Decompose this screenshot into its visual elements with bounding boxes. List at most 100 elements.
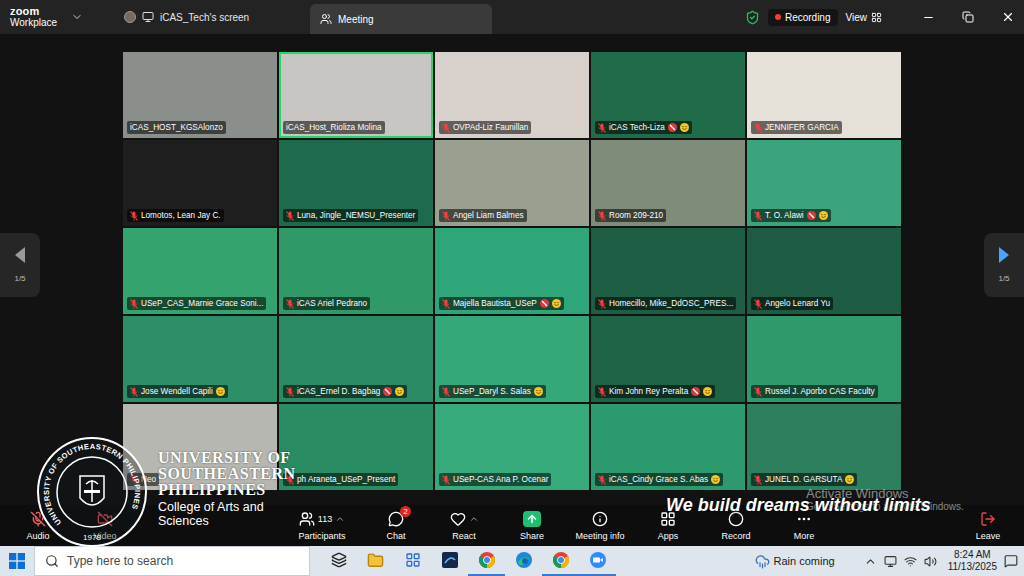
emoji-reaction-icon: [711, 475, 720, 484]
participant-tile: JENNIFER GARCIA: [747, 52, 901, 138]
chevron-up-icon[interactable]: [335, 514, 345, 524]
toolbar-button[interactable]: Meeting info: [566, 505, 634, 546]
participant-name: Luna, Jingle_NEMSU_Presenter: [297, 210, 415, 221]
participant-tile: iCAS_Host_Rioliza Molina: [279, 52, 433, 138]
network-icon[interactable]: [904, 555, 917, 568]
muted-mic-icon: [442, 299, 450, 309]
toolbar-button[interactable]: 2Chat: [362, 505, 430, 546]
chrome-icon[interactable]: [552, 551, 570, 569]
pinned-app[interactable]: [542, 546, 579, 576]
pinned-app[interactable]: [357, 546, 394, 576]
participant-tile: Russel J. Aporbo CAS Faculty: [747, 316, 901, 402]
participant-tile: iCAS_HOST_KGSAlonzo: [123, 52, 277, 138]
name-label: Kim John Rey Peralta: [595, 385, 715, 398]
shared-screen-tab[interactable]: iCAS_Tech's screen: [118, 0, 310, 34]
chevron-down-icon[interactable]: [71, 11, 83, 23]
name-label: JUNEL D. GARSUTA: [751, 473, 857, 486]
task-view-icon[interactable]: [331, 552, 347, 568]
pinned-app[interactable]: [468, 546, 505, 576]
participant-tile: USeP_CAS_Marnie Grace Soni...: [123, 228, 277, 314]
left-arrow-icon[interactable]: [13, 246, 27, 264]
weather-widget[interactable]: Rain coming: [755, 554, 835, 569]
participant-name: JUNEL D. GARSUTA: [765, 474, 842, 485]
close-button[interactable]: [992, 0, 1024, 34]
name-label: Angel Liam Balmes: [439, 209, 527, 222]
pinned-app[interactable]: [431, 546, 468, 576]
volume-icon[interactable]: [924, 555, 937, 568]
participant-name: Majella Bautista_USeP: [453, 298, 537, 309]
taskbar-clock[interactable]: 8:24 AM11/13/2025: [948, 549, 997, 573]
name-label: Angelo Lenard Yu: [751, 297, 833, 310]
toolbar-button[interactable]: React: [430, 505, 498, 546]
muted-mic-icon: [598, 475, 606, 485]
emoji-reaction-icon: [216, 387, 225, 396]
participant-name: iCAS_Host_Rioliza Molina: [286, 122, 382, 133]
muted-mic-icon: [442, 475, 450, 485]
muted-mic-icon: [754, 299, 762, 309]
participant-name: JENNIFER GARCIA: [765, 122, 839, 133]
chevron-up-icon[interactable]: [469, 514, 479, 524]
view-button[interactable]: View: [846, 12, 883, 23]
participant-name: iCAS_Cindy Grace S. Abas: [609, 474, 708, 485]
pinned-app[interactable]: [579, 546, 616, 576]
pinned-app[interactable]: [320, 546, 357, 576]
participant-tile: OVPAd-Liz Faunillan: [435, 52, 589, 138]
people-icon: [320, 13, 332, 25]
share-icon[interactable]: [523, 511, 541, 527]
muted-mic-icon: [286, 299, 294, 309]
emoji-reaction-icon: [552, 299, 561, 308]
muted-mic-icon: [754, 387, 762, 397]
minimize-button[interactable]: [912, 0, 944, 34]
participant-tile: Homecillo, Mike_DdOSC_PRES...: [591, 228, 745, 314]
emoji-reaction-icon: [680, 123, 689, 132]
leave-icon: [980, 511, 996, 527]
video-off-icon: [383, 387, 392, 396]
muted-mic-icon: [442, 387, 450, 397]
emoji-reaction-icon: [703, 387, 712, 396]
meeting-tab[interactable]: Meeting: [310, 4, 492, 34]
taskbar-search[interactable]: Type here to search: [34, 546, 310, 576]
name-label: iCAS_Ernel D. Bagbag: [283, 385, 407, 398]
info-icon[interactable]: [592, 511, 608, 527]
folder-icon[interactable]: [367, 552, 384, 569]
brand-line: PHILIPPINES: [158, 482, 328, 498]
unread-badge: 2: [400, 506, 411, 517]
leave-button[interactable]: Leave: [962, 505, 1014, 546]
previous-page-button[interactable]: 1/5: [0, 233, 40, 297]
tray-chevron-icon[interactable]: [864, 555, 877, 568]
toolbar-button[interactable]: Share: [498, 505, 566, 546]
app-icon[interactable]: [441, 551, 459, 569]
pinned-app[interactable]: [505, 546, 542, 576]
shield-icon[interactable]: [745, 10, 760, 25]
participant-tile: JUNEL D. GARSUTA: [747, 404, 901, 490]
toolbar-label: Participants: [298, 531, 345, 541]
grid-icon: [871, 12, 882, 23]
toolbar-button[interactable]: 113Participants: [282, 505, 362, 546]
recording-indicator[interactable]: Recording: [768, 9, 838, 26]
name-label: USeP_Daryl S. Salas: [439, 385, 546, 398]
participants-icon[interactable]: [299, 511, 315, 527]
name-label: ph Araneta_USeP_Present: [283, 473, 398, 486]
pinned-app[interactable]: [394, 546, 431, 576]
toolbar-label: Meeting info: [575, 531, 624, 541]
windows-taskbar: Type here to search Rain coming 8:24 AM11/…: [0, 546, 1024, 576]
edge-icon[interactable]: [515, 551, 533, 569]
store-icon[interactable]: [405, 552, 421, 568]
display-icon[interactable]: [884, 555, 897, 568]
participant-tile: Kim John Rey Peralta: [591, 316, 745, 402]
participant-tile: Room 209-210: [591, 140, 745, 226]
participant-tile: Angel Liam Balmes: [435, 140, 589, 226]
react-icon[interactable]: [450, 511, 466, 527]
emoji-reaction-icon: [395, 387, 404, 396]
seal-logo-icon: UNIVERSITY OF SOUTHEASTERN PHILIPPINES19…: [36, 436, 148, 548]
restore-button[interactable]: [952, 0, 984, 34]
start-button[interactable]: [0, 546, 34, 576]
next-page-button[interactable]: 1/5: [984, 233, 1024, 297]
windows-logo-icon[interactable]: [9, 553, 25, 569]
notifications-icon[interactable]: [1004, 554, 1018, 568]
right-arrow-icon[interactable]: [997, 246, 1011, 264]
zoom-app-icon[interactable]: [589, 551, 607, 569]
chrome-icon[interactable]: [478, 551, 496, 569]
logo-word: zoom: [10, 6, 57, 17]
participant-name: iCAS_Ernel D. Bagbag: [297, 386, 380, 397]
